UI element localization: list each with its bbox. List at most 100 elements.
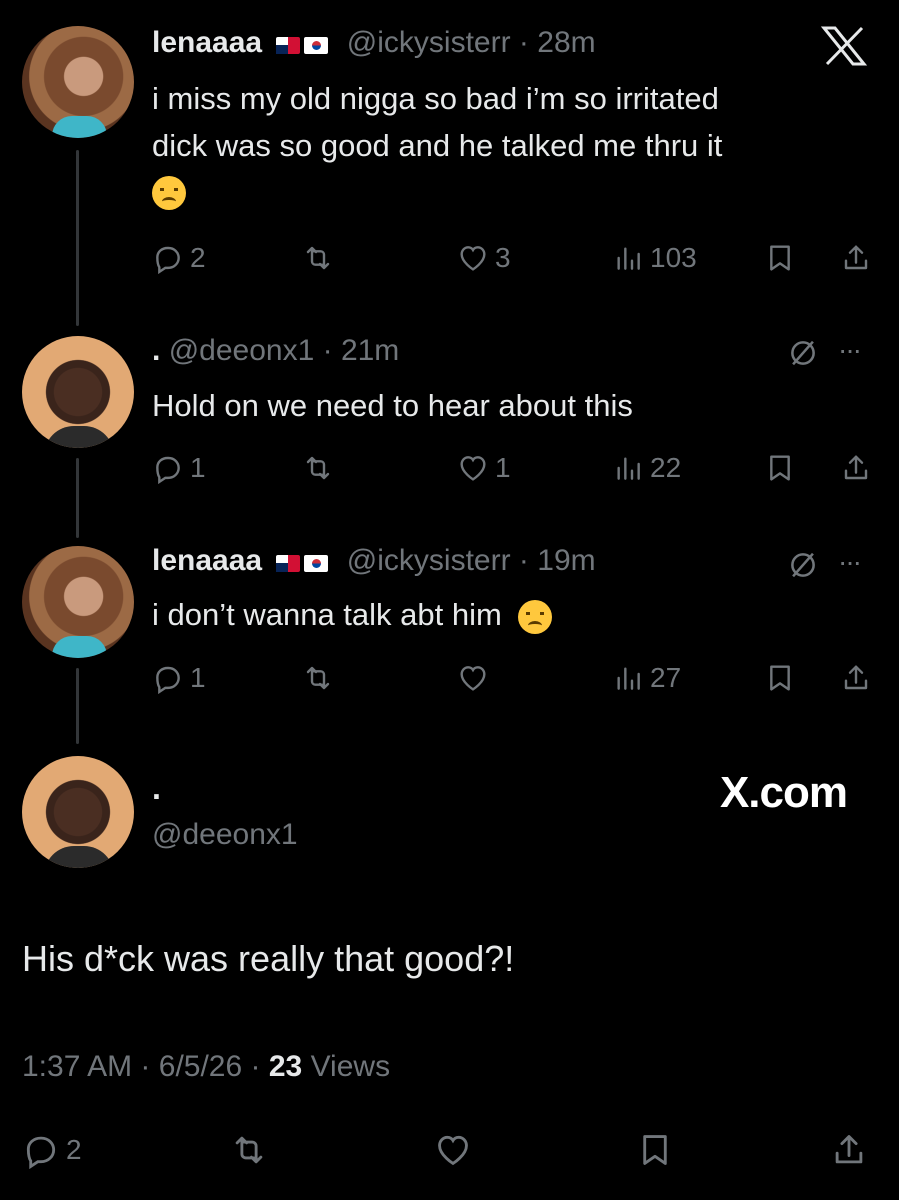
bookmark-button[interactable] (764, 446, 796, 490)
tweet-actions: 2 (22, 1128, 879, 1174)
view-count: 23 (268, 1050, 303, 1083)
bookmark-icon (636, 1131, 674, 1169)
tweet-text: i miss my old nigga so bad i’m so irrita… (152, 75, 722, 216)
like-button[interactable]: 3 (457, 236, 511, 280)
separator: · (518, 26, 529, 59)
separator: · (140, 1050, 151, 1083)
reply-button[interactable]: 2 (22, 1128, 82, 1172)
avatar[interactable] (22, 26, 134, 138)
bookmark-button[interactable] (764, 656, 796, 700)
more-icon[interactable]: ··· (838, 334, 862, 366)
reply-icon (152, 452, 184, 484)
handle[interactable]: @deeonx1 (152, 818, 298, 852)
separator: · (322, 334, 333, 367)
bookmark-icon (764, 452, 796, 484)
like-button[interactable] (434, 1128, 472, 1172)
view-count: 103 (650, 242, 697, 273)
tweet-text: i don’t wanna talk abt him (152, 591, 553, 638)
share-icon (840, 662, 872, 694)
views-button[interactable]: 27 (612, 656, 681, 700)
separator: · (250, 1050, 261, 1083)
flag-emojis (276, 545, 332, 579)
display-name[interactable]: . (152, 770, 161, 807)
retweet-button[interactable] (230, 1128, 268, 1172)
share-button[interactable] (840, 446, 872, 490)
reply-icon (22, 1131, 60, 1169)
disappointed-face-icon (152, 175, 186, 210)
timestamp[interactable]: 1:37 AM (22, 1050, 132, 1083)
more-icon[interactable]: ··· (838, 546, 862, 578)
retweet-button[interactable] (302, 236, 334, 280)
date[interactable]: 6/5/26 (159, 1050, 242, 1083)
retweet-button[interactable] (302, 446, 334, 490)
avatar[interactable] (22, 336, 134, 448)
timestamp[interactable]: 28m (537, 26, 595, 59)
tweet-actions: 2 3 103 (152, 236, 879, 280)
reply-button[interactable]: 1 (152, 446, 206, 490)
reply-button[interactable]: 2 (152, 236, 206, 280)
like-icon (457, 662, 489, 694)
handle[interactable]: @deeonx1 (169, 334, 315, 367)
tweet-text: His d*ck was really that good?! (22, 938, 515, 979)
timestamp[interactable]: 21m (341, 334, 399, 367)
like-icon (434, 1131, 472, 1169)
x-logo-icon (818, 24, 870, 68)
handle[interactable]: @ickysisterr (347, 544, 511, 577)
retweet-icon (302, 662, 334, 694)
retweet-icon (302, 242, 334, 274)
separator: · (518, 544, 529, 577)
reply-count: 1 (190, 452, 206, 483)
panama-flag-icon (276, 554, 301, 572)
watermark: X.com (719, 768, 848, 817)
views-button[interactable]: 103 (612, 236, 697, 280)
share-icon (830, 1131, 868, 1169)
reply-count: 2 (66, 1134, 82, 1165)
view-count: 27 (650, 662, 682, 693)
thread-line (76, 150, 79, 326)
tweet-header: lenaaaa @ickysisterr · 19m (152, 544, 596, 579)
retweet-button[interactable] (302, 656, 334, 700)
tweet-text-line: i miss my old nigga so bad i’m so irrita… (152, 81, 719, 116)
tweet-text: Hold on we need to hear about this (152, 388, 633, 423)
handle[interactable]: @ickysisterr (347, 26, 511, 59)
tweet-actions: 1 27 (152, 656, 879, 700)
avatar[interactable] (22, 756, 134, 868)
tweet-actions: 1 1 22 (152, 446, 879, 490)
grok-icon[interactable] (786, 336, 820, 370)
reply-count: 2 (190, 242, 206, 273)
thread-line (76, 458, 79, 538)
like-button[interactable] (457, 656, 489, 700)
like-count: 1 (495, 452, 511, 483)
reply-count: 1 (190, 662, 206, 693)
like-icon (457, 452, 489, 484)
views-button[interactable]: 22 (612, 446, 681, 490)
retweet-icon (230, 1131, 268, 1169)
display-name[interactable]: lenaaaa (152, 26, 262, 59)
tweet-meta: 1:37 AM · 6/5/26 · 23 Views (22, 1050, 390, 1084)
views-icon (612, 452, 644, 484)
tweet-text-line: dick was so good and he talked me thru i… (152, 128, 723, 163)
share-button[interactable] (840, 656, 872, 700)
like-count: 3 (495, 242, 511, 273)
avatar[interactable] (22, 546, 134, 658)
like-button[interactable]: 1 (457, 446, 511, 490)
display-name[interactable]: . (152, 334, 160, 367)
bookmark-icon (764, 242, 796, 274)
korea-flag-icon (304, 554, 329, 572)
timestamp[interactable]: 19m (537, 544, 595, 577)
retweet-icon (302, 452, 334, 484)
share-button[interactable] (840, 236, 872, 280)
grok-icon[interactable] (786, 548, 820, 582)
share-icon (840, 452, 872, 484)
reply-button[interactable]: 1 (152, 656, 206, 700)
views-label: Views (310, 1050, 391, 1083)
flag-emojis (276, 27, 332, 61)
reply-icon (152, 662, 184, 694)
bookmark-button[interactable] (636, 1128, 674, 1172)
views-icon (612, 662, 644, 694)
like-icon (457, 242, 489, 274)
share-icon (840, 242, 872, 274)
share-button[interactable] (830, 1128, 868, 1172)
bookmark-button[interactable] (764, 236, 796, 280)
display-name[interactable]: lenaaaa (152, 544, 262, 577)
